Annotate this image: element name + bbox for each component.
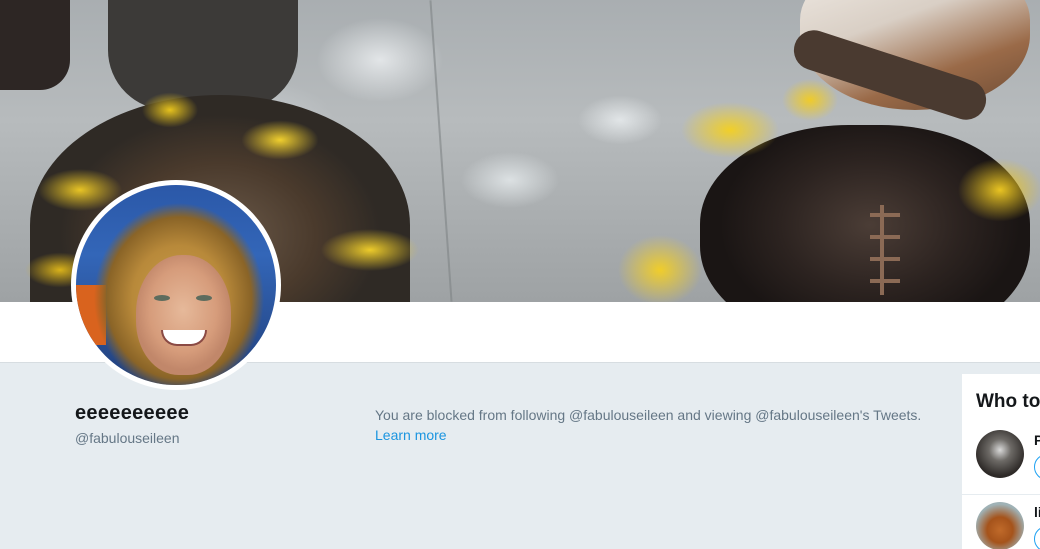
profile-avatar-frame	[71, 180, 281, 390]
avatar-detail	[154, 295, 170, 301]
suggestion-item[interactable]: li	[962, 498, 1040, 549]
blocked-notice: You are blocked from following @fabulous…	[375, 405, 955, 445]
suggestion-item[interactable]: P	[962, 426, 1040, 495]
banner-detail	[0, 0, 70, 90]
blocked-notice-text: You are blocked from following @fabulous…	[375, 407, 922, 423]
profile-avatar[interactable]	[76, 185, 276, 385]
suggestion-avatar[interactable]	[976, 502, 1024, 549]
profile-display-name[interactable]: eeeeeeeeee	[75, 402, 189, 425]
who-to-follow-panel: Who to follow P li	[962, 374, 1040, 549]
suggestion-name[interactable]: li	[1034, 504, 1040, 520]
banner-detail	[600, 70, 1040, 302]
follow-button[interactable]	[1034, 526, 1040, 549]
follow-button[interactable]	[1034, 454, 1040, 480]
suggestion-avatar[interactable]	[976, 430, 1024, 478]
suggestion-name[interactable]: P	[1034, 432, 1040, 448]
who-to-follow-title: Who to follow	[976, 391, 1040, 412]
profile-handle[interactable]: @fabulouseileen	[75, 430, 180, 446]
avatar-detail	[196, 295, 212, 301]
avatar-detail	[136, 255, 231, 375]
learn-more-link[interactable]: Learn more	[375, 427, 447, 443]
avatar-detail	[161, 330, 207, 346]
